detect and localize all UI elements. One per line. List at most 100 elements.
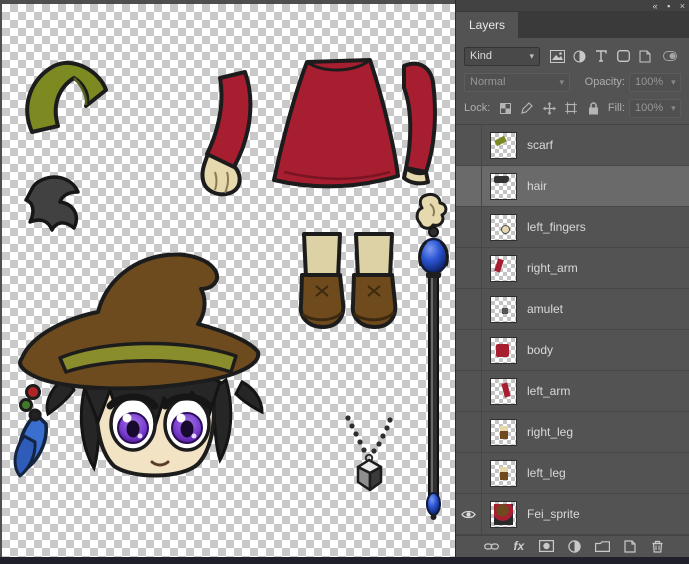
layer-name: amulet	[527, 302, 563, 316]
fill-value: 100%	[635, 102, 663, 114]
thumbnail-art	[491, 256, 516, 281]
visibility-toggle[interactable]	[456, 207, 482, 247]
layer-controls: Kind ▾	[456, 38, 689, 124]
kind-filter-dropdown[interactable]: Kind ▾	[464, 47, 540, 66]
layer-thumbnail[interactable]	[490, 255, 517, 282]
sprite-artwork	[2, 4, 455, 557]
layer-row-fei-sprite[interactable]: Fei_sprite	[456, 494, 689, 535]
layer-thumbnail[interactable]	[490, 132, 517, 159]
opacity-value-dropdown[interactable]: 100% ▾	[629, 73, 681, 92]
layer-thumbnail[interactable]	[490, 419, 517, 446]
adjustment-layer-icon[interactable]	[565, 538, 583, 554]
right-sleeve-art	[404, 64, 435, 184]
visibility-toggle[interactable]	[456, 412, 482, 452]
new-group-icon[interactable]	[593, 538, 611, 554]
layer-name: left_fingers	[527, 220, 586, 234]
layer-name: left_arm	[527, 384, 570, 398]
layer-row-left-arm[interactable]: left_arm	[456, 371, 689, 412]
smart-object-filter-icon[interactable]	[635, 47, 655, 65]
visibility-toggle[interactable]	[456, 248, 482, 288]
character-head-art	[15, 255, 262, 476]
staff-art	[420, 228, 448, 521]
visibility-toggle[interactable]	[456, 330, 482, 370]
thumbnail-art	[491, 502, 516, 527]
lock-image-pixels-icon[interactable]	[517, 99, 537, 117]
lock-artboard-icon[interactable]	[561, 99, 581, 117]
layer-name: hair	[527, 179, 547, 193]
chevron-down-icon: ▾	[671, 103, 676, 114]
layer-thumbnail[interactable]	[490, 214, 517, 241]
lock-label: Lock:	[464, 102, 490, 114]
layer-list: scarf hair left_fingers right_arm amulet	[456, 124, 689, 535]
hair-tuft-art	[26, 177, 78, 230]
shape-layer-filter-icon[interactable]	[613, 47, 633, 65]
layer-name: scarf	[527, 138, 553, 152]
thumbnail-art	[491, 133, 516, 158]
layer-row-amulet[interactable]: amulet	[456, 289, 689, 330]
kind-filter-label: Kind	[470, 50, 492, 62]
filter-toggle-icon[interactable]	[660, 47, 680, 65]
layer-thumbnail[interactable]	[490, 296, 517, 323]
layer-row-left-fingers[interactable]: left_fingers	[456, 207, 689, 248]
layer-row-hair[interactable]: hair	[456, 166, 689, 207]
thumbnail-art	[491, 338, 516, 363]
blend-mode-dropdown[interactable]: Normal ▾	[464, 73, 570, 92]
chevron-down-icon: ▾	[529, 51, 534, 62]
layer-name: left_leg	[527, 466, 566, 480]
thumbnail-art	[491, 297, 516, 322]
layer-thumbnail[interactable]	[490, 173, 517, 200]
layer-thumbnail[interactable]	[490, 378, 517, 405]
bottom-edge-bar	[0, 557, 689, 564]
canvas-area	[0, 0, 455, 557]
layer-row-right-arm[interactable]: right_arm	[456, 248, 689, 289]
document-canvas[interactable]	[2, 4, 455, 557]
tab-layers[interactable]: Layers	[456, 12, 518, 38]
layer-thumbnail[interactable]	[490, 337, 517, 364]
collapse-panel-icon[interactable]: «	[653, 1, 658, 11]
lock-transparent-pixels-icon[interactable]	[495, 99, 515, 117]
link-layers-icon[interactable]	[482, 538, 500, 554]
amulet-art	[345, 415, 392, 490]
layer-style-icon[interactable]: fx	[510, 538, 528, 554]
visibility-toggle[interactable]	[456, 125, 482, 165]
blend-mode-value: Normal	[470, 76, 505, 88]
visibility-toggle[interactable]	[456, 494, 482, 534]
lock-position-icon[interactable]	[539, 99, 559, 117]
adjustment-layer-filter-icon[interactable]	[569, 47, 589, 65]
layer-thumbnail[interactable]	[490, 501, 517, 528]
layer-row-right-leg[interactable]: right_leg	[456, 412, 689, 453]
scarf-art	[27, 63, 106, 132]
thumbnail-art	[491, 215, 516, 240]
body-art	[274, 60, 398, 186]
close-panel-icon[interactable]: ×	[680, 1, 685, 11]
delete-layer-icon[interactable]	[649, 538, 667, 554]
layers-panel: « ▪ × Layers Kind ▾	[455, 0, 689, 557]
layer-name: right_arm	[527, 261, 578, 275]
opacity-label: Opacity:	[585, 76, 625, 88]
layer-thumbnail[interactable]	[490, 460, 517, 487]
type-layer-filter-icon[interactable]	[591, 47, 611, 65]
lock-all-icon[interactable]	[583, 99, 603, 117]
layer-name: right_leg	[527, 425, 573, 439]
layer-name: Fei_sprite	[527, 507, 580, 521]
chevron-down-icon: ▾	[671, 77, 676, 88]
visibility-toggle[interactable]	[456, 371, 482, 411]
thumbnail-art	[491, 420, 516, 445]
panel-tabbar: Layers	[456, 11, 689, 38]
visibility-toggle[interactable]	[456, 453, 482, 493]
fill-value-dropdown[interactable]: 100% ▾	[629, 99, 681, 118]
layer-row-scarf[interactable]: scarf	[456, 125, 689, 166]
panel-menu-icon[interactable]: ▪	[667, 1, 670, 11]
layer-row-body[interactable]: body	[456, 330, 689, 371]
visibility-toggle[interactable]	[456, 289, 482, 329]
eye-icon	[461, 509, 476, 520]
thumbnail-art	[491, 461, 516, 486]
pixel-layer-filter-icon[interactable]	[547, 47, 567, 65]
new-layer-icon[interactable]	[621, 538, 639, 554]
visibility-toggle[interactable]	[456, 166, 482, 206]
layer-row-left-leg[interactable]: left_leg	[456, 453, 689, 494]
layer-mask-icon[interactable]	[538, 538, 556, 554]
panel-titlebar: « ▪ ×	[456, 0, 689, 11]
layers-footer-toolbar: fx	[456, 535, 689, 556]
opacity-value: 100%	[635, 76, 663, 88]
